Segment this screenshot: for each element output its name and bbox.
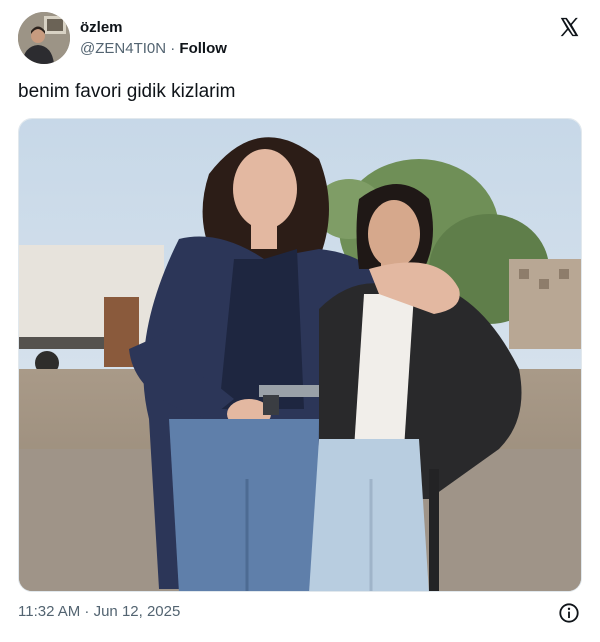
tweet-text: benim favori gidik kizlarim xyxy=(18,81,236,102)
timestamp-link[interactable]: 11:32 AM · Jun 12, 2025 xyxy=(18,602,582,622)
separator-dot: · xyxy=(170,40,176,57)
display-name[interactable]: özlem xyxy=(80,19,227,37)
tweet-header: özlem @ZEN4TI0N · Follow xyxy=(18,12,584,68)
handle[interactable]: @ZEN4TI0N xyxy=(80,40,166,57)
info-icon[interactable] xyxy=(558,602,580,624)
x-logo-icon[interactable] xyxy=(558,16,580,38)
handle-row: @ZEN4TI0N · Follow xyxy=(80,39,227,59)
avatar[interactable] xyxy=(18,12,70,64)
tweet-photo[interactable] xyxy=(18,118,582,592)
follow-button[interactable]: Follow xyxy=(179,40,227,57)
author-block: özlem @ZEN4TI0N · Follow xyxy=(80,19,227,59)
tweet-footer: 11:32 AM · Jun 12, 2025 xyxy=(18,602,582,624)
